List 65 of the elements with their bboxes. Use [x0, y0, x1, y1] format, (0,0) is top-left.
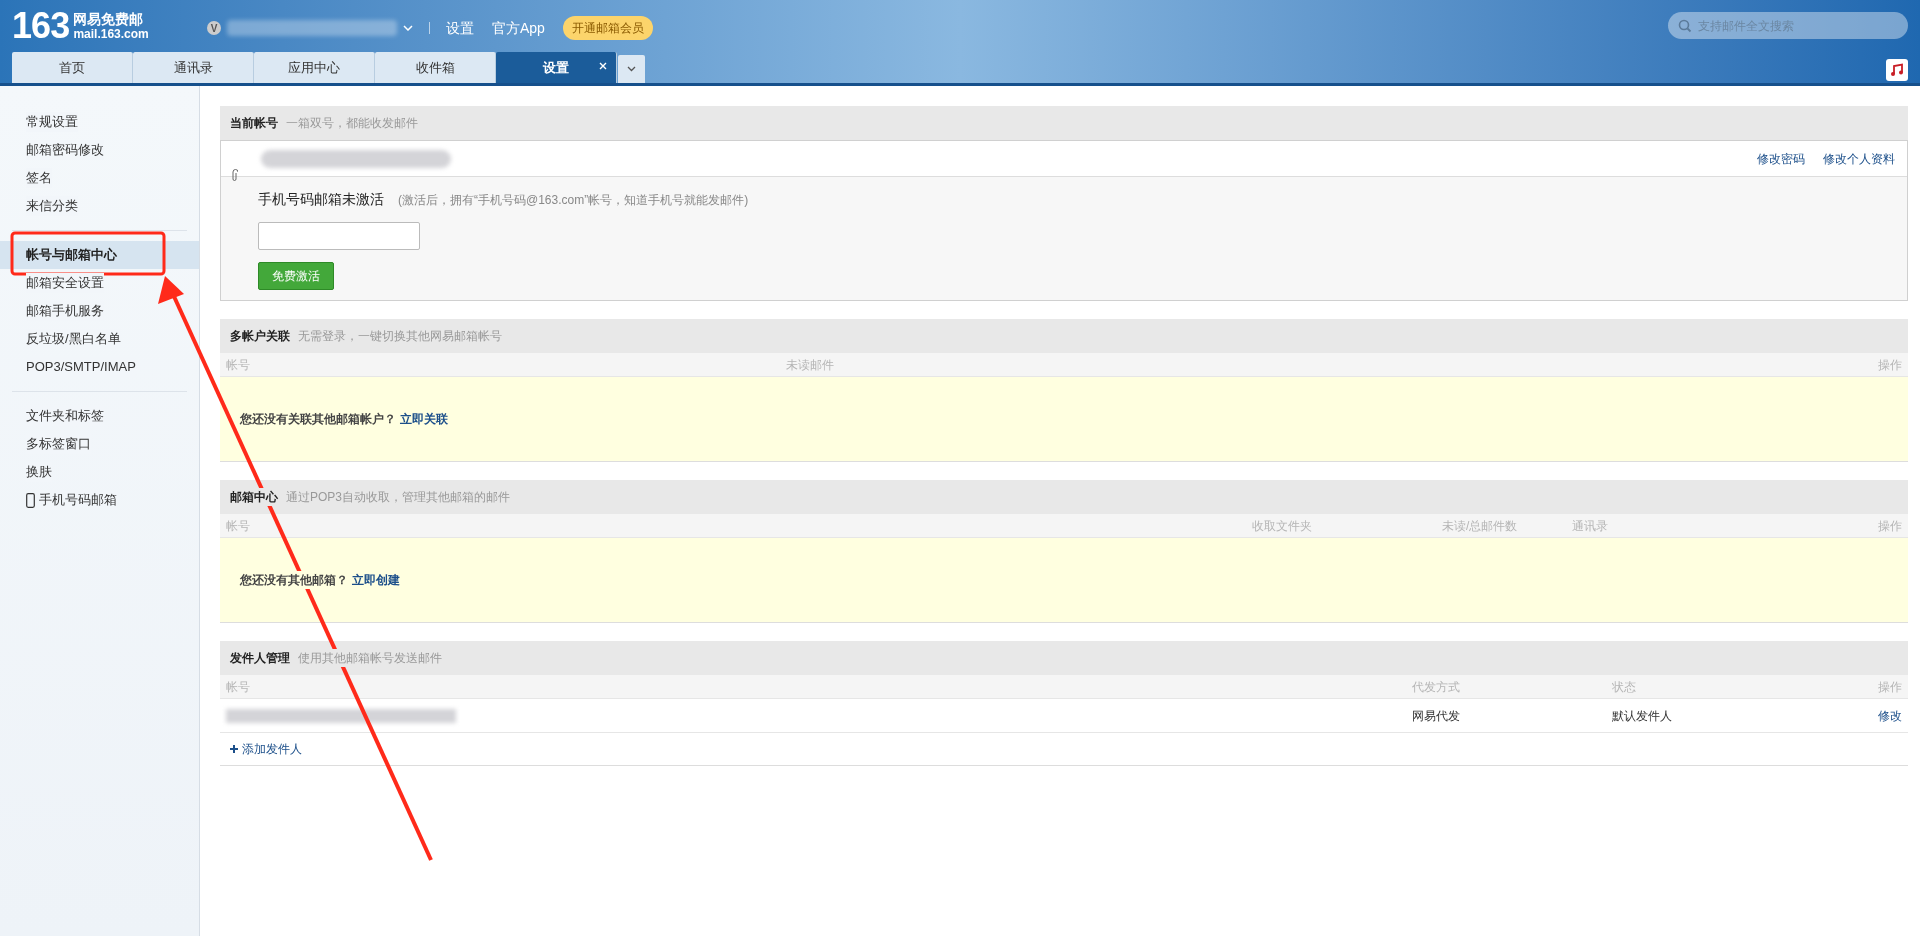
column-header: 收取文件夹 — [1252, 517, 1313, 535]
table-cell-text: 网易代发 — [1412, 707, 1461, 725]
sidebar-item[interactable]: 帐号与邮箱中心 — [0, 241, 199, 269]
tab[interactable]: 首页 — [12, 52, 133, 83]
column-header: 帐号 — [226, 356, 251, 374]
section-subtitle: 通过POP3自动收取，管理其他邮箱的邮件 — [286, 488, 510, 506]
sidebar-item[interactable]: 多标签窗口 — [0, 430, 199, 458]
account-link[interactable]: 修改个人资料 — [1823, 149, 1895, 168]
sidebar-item[interactable]: 文件夹和标签 — [0, 402, 199, 430]
column-header: 操作 — [1877, 678, 1902, 696]
column-header: 状态 — [1612, 678, 1637, 696]
column-header: 操作 — [1877, 517, 1902, 535]
empty-state-text: 您还没有其他邮箱？ — [240, 571, 348, 589]
close-icon[interactable] — [598, 61, 608, 71]
tab[interactable]: 设置 — [496, 52, 617, 83]
sidebar-item[interactable]: POP3/SMTP/IMAP — [0, 353, 199, 381]
logo-number: 163 — [12, 8, 70, 44]
sidebar-item[interactable]: 常规设置 — [0, 108, 199, 136]
column-header: 未读邮件 — [786, 356, 835, 374]
edit-link[interactable]: 修改 — [1842, 706, 1902, 725]
tab[interactable]: 应用中心 — [254, 52, 375, 83]
section-subtitle: 无需登录，一键切换其他网易邮箱帐号 — [298, 327, 502, 345]
account-link[interactable]: 修改密码 — [1757, 149, 1805, 168]
caret-icon — [627, 66, 636, 72]
phone-number-input[interactable] — [258, 222, 420, 250]
sidebar-item[interactable]: 来信分类 — [0, 192, 199, 220]
section-title: 发件人管理 — [230, 649, 290, 667]
column-header: 帐号 — [226, 678, 251, 696]
logo-name: 网易免费邮 — [73, 12, 145, 27]
column-header: 未读/总邮件数 — [1442, 517, 1519, 535]
search-icon — [1678, 19, 1692, 33]
music-note-icon[interactable] — [1886, 59, 1908, 81]
section-title: 多帐户关联 — [230, 327, 290, 345]
activation-hint: (激活后，拥有“手机号码@163.com”帐号，知道手机号就能发邮件) — [398, 191, 749, 209]
section-title: 当前帐号 — [230, 114, 278, 132]
sidebar-item[interactable]: 邮箱安全设置 — [0, 269, 199, 297]
column-header: 代发方式 — [1412, 678, 1461, 696]
sidebar-item[interactable]: 邮箱密码修改 — [0, 136, 199, 164]
section-title: 邮箱中心 — [230, 488, 278, 506]
section-subtitle: 一箱双号，都能收发邮件 — [286, 114, 418, 132]
table-cell-text: 默认发件人 — [1612, 707, 1673, 725]
tab[interactable]: 通讯录 — [133, 52, 254, 83]
empty-state-link[interactable]: 立即创建 — [352, 571, 400, 589]
tab-menu-button[interactable] — [618, 55, 645, 83]
paperclip-icon — [231, 169, 238, 183]
phone-icon — [26, 492, 35, 508]
column-header: 通讯录 — [1572, 517, 1609, 535]
vip-button[interactable]: 开通邮箱会员 — [562, 16, 653, 40]
empty-state-link[interactable]: 立即关联 — [400, 410, 448, 428]
caret-icon[interactable] — [403, 25, 413, 31]
column-header: 操作 — [1877, 356, 1902, 374]
add-sender-link[interactable]: 添加发件人 — [220, 733, 1908, 765]
empty-state-text: 您还没有关联其他邮箱帐户？ — [240, 410, 396, 428]
sidebar-item[interactable]: 签名 — [0, 164, 199, 192]
tab[interactable]: 收件箱 — [375, 52, 496, 83]
logo-domain: mail.163.com — [73, 27, 149, 42]
column-header: 帐号 — [226, 517, 251, 535]
plus-icon — [230, 745, 238, 753]
sidebar-item[interactable]: 反垃圾/黑白名单 — [0, 325, 199, 353]
sidebar-item[interactable]: 换肤 — [0, 458, 199, 486]
section-subtitle: 使用其他邮箱帐号发送邮件 — [298, 649, 442, 667]
sidebar-item[interactable]: 手机号码邮箱 — [0, 486, 199, 514]
account-level-badge: V — [207, 21, 221, 35]
sidebar-item[interactable]: 邮箱手机服务 — [0, 297, 199, 325]
phone-mailbox-status: 手机号码邮箱未激活 — [258, 190, 384, 209]
